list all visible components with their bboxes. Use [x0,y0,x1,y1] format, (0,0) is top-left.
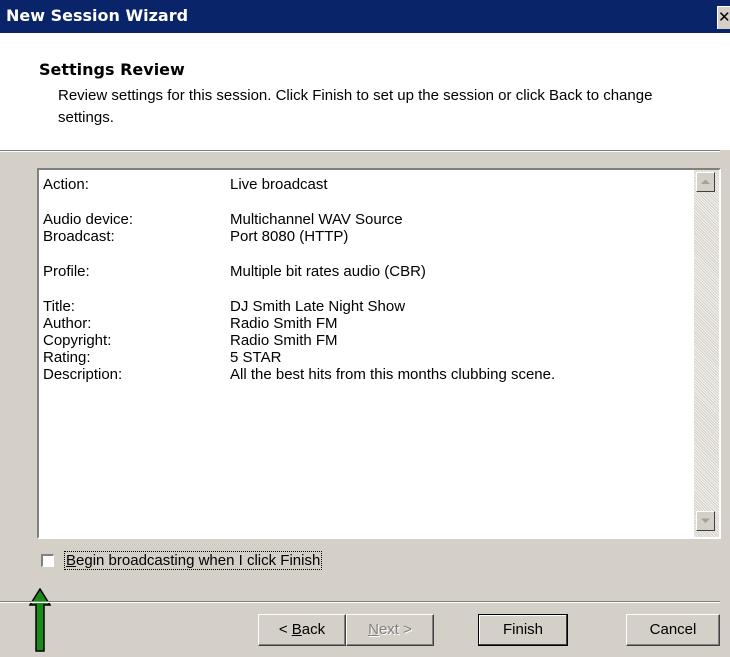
green-up-arrow-icon [28,587,52,657]
setting-label: Audio device: [43,211,134,228]
scroll-down-button[interactable] [696,511,715,531]
header-divider [0,150,720,152]
page-title: Settings Review [39,60,185,79]
scroll-down-icon [701,518,710,523]
setting-label: Author: [43,315,92,332]
page-subtitle: Review settings for this session. Click … [58,87,653,126]
setting-value: Live broadcast [230,176,328,193]
cancel-button[interactable]: Cancel [626,614,720,646]
settings-list: Action: Live broadcast Audio device: Mul… [43,176,683,383]
setting-label: Title: [43,298,75,315]
summary-row-broadcast: Broadcast: Port 8080 (HTTP) [43,228,683,245]
setting-value: DJ Smith Late Night Show [230,298,406,315]
summary-row-author: Author: Radio Smith FM [43,315,683,332]
back-button[interactable]: < Back [258,614,346,646]
setting-label: Copyright: [43,332,112,349]
title-bar: New Session Wizard ✕ [0,0,730,33]
scroll-up-icon [701,179,710,184]
settings-summary[interactable]: Action: Live broadcast Audio device: Mul… [37,168,721,539]
setting-label: Profile: [43,263,90,280]
setting-label: Broadcast: [43,228,115,245]
summary-row-description: Description: All the best hits from this… [43,366,683,383]
setting-value: Radio Smith FM [230,315,338,332]
finish-button[interactable]: Finish [478,614,568,646]
begin-broadcasting-checkbox[interactable] [41,554,54,567]
summary-row-audio-device: Audio device: Multichannel WAV Source [43,211,683,228]
setting-label: Action: [43,176,89,193]
summary-row-rating: Rating: 5 STAR [43,349,683,366]
summary-row-profile: Profile: Multiple bit rates audio (CBR) [43,263,683,280]
setting-value: Radio Smith FM [230,332,338,349]
setting-value: Multiple bit rates audio (CBR) [230,263,426,280]
setting-value: Port 8080 (HTTP) [230,228,349,245]
setting-value: All the best hits from this months clubb… [230,366,556,383]
summary-row-title: Title: DJ Smith Late Night Show [43,298,683,315]
close-icon: ✕ [718,9,730,26]
begin-broadcasting-label[interactable]: Begin broadcasting when I click Finish [64,551,323,570]
close-button[interactable]: ✕ [717,6,730,29]
scroll-up-button[interactable] [696,172,715,192]
wizard-header: Settings Review Review settings for this… [0,33,730,150]
setting-value: 5 STAR [230,349,282,366]
setting-value: Multichannel WAV Source [230,211,403,228]
summary-row-action: Action: Live broadcast [43,176,683,193]
setting-label: Rating: [43,349,91,366]
vertical-scrollbar[interactable] [694,170,719,537]
next-button[interactable]: Next > [346,614,434,646]
window-title: New Session Wizard [6,6,189,25]
setting-label: Description: [43,366,123,383]
footer-divider [0,601,720,603]
summary-row-copyright: Copyright: Radio Smith FM [43,332,683,349]
